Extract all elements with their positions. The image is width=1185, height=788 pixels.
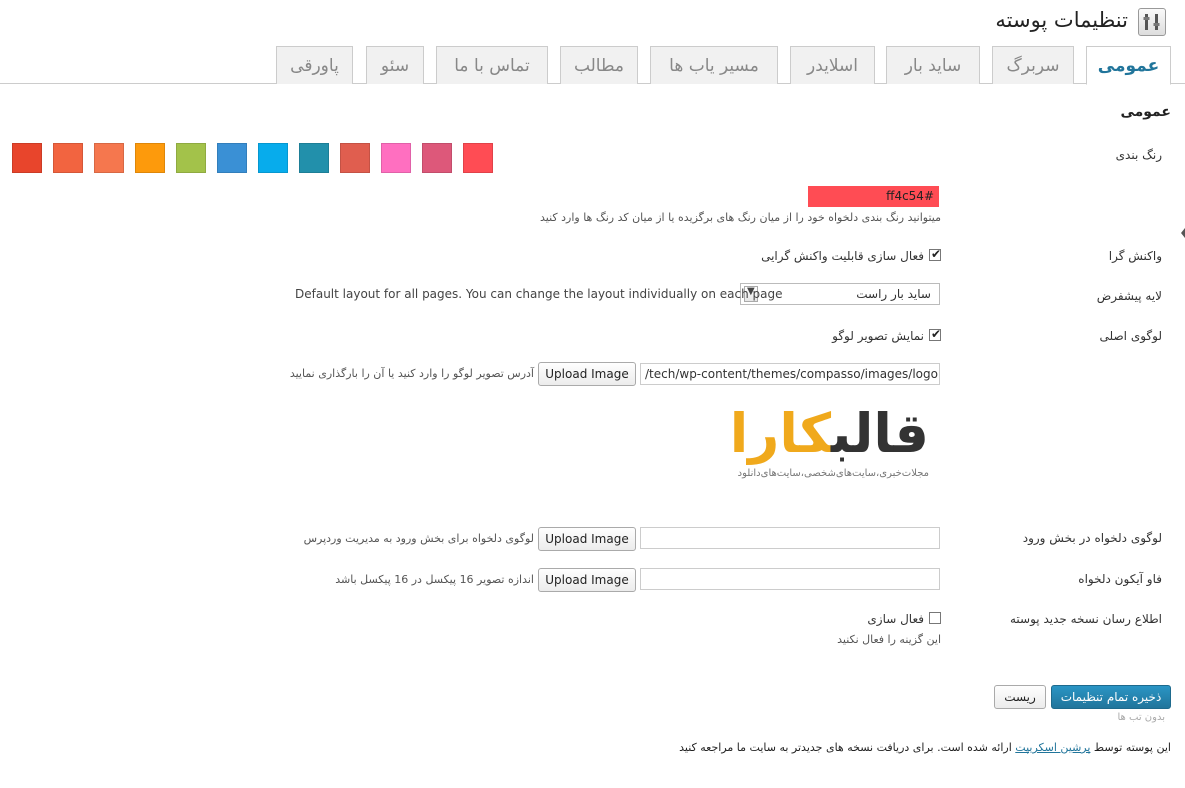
logo-url-input[interactable]: /tech/wp-content/themes/compasso/images/… (640, 363, 940, 385)
actions-hint: بدون تب ها (1117, 712, 1166, 723)
footer-suffix: ارائه شده است. برای دریافت نسخه های جدید… (679, 741, 1012, 754)
color-swatch[interactable] (176, 143, 206, 173)
color-swatch[interactable] (340, 143, 370, 173)
login-logo-description: لوگوی دلخواه برای بخش ورود به مدیریت ورد… (303, 532, 534, 545)
tab-general[interactable]: عمومی (1086, 46, 1171, 85)
tab-seo[interactable]: سئو (366, 46, 424, 84)
color-swatch[interactable] (217, 143, 247, 173)
color-swatch[interactable] (463, 143, 493, 173)
color-swatch[interactable] (94, 143, 124, 173)
color-swatch[interactable] (381, 143, 411, 173)
layout-select-value: ساید بار راست (856, 287, 931, 301)
favicon-description: اندازه تصویر 16 پیکسل در 16 پیکسل باشد (335, 573, 534, 586)
logo-url-description: آدرس تصویر لوگو را وارد کنید یا آن را با… (289, 367, 534, 380)
favicon-label: فاو آیکون دلخواه (1078, 572, 1162, 586)
responsive-label: واکنش گرا (1108, 249, 1162, 263)
logo-word-1: قالب (831, 402, 930, 465)
update-notice-checkbox-label: فعال سازی (867, 612, 924, 626)
update-notice-checkbox[interactable] (929, 612, 941, 624)
update-notice-description: این گزینه را فعال نکنید (837, 633, 941, 646)
color-swatch[interactable] (422, 143, 452, 173)
color-swatch[interactable] (299, 143, 329, 173)
show-logo-checkbox[interactable]: ✔ (929, 327, 942, 341)
color-label: رنگ بندی (1115, 148, 1162, 162)
responsive-checkbox[interactable]: ✔ (929, 247, 942, 261)
checkmark-icon: ✔ (931, 327, 942, 341)
checkmark-icon: ✔ (931, 247, 942, 261)
page-title: تنظیمات پوسته (995, 8, 1128, 32)
section-title: عمومی (1120, 104, 1171, 120)
settings-tools-icon (1138, 8, 1166, 36)
reset-button[interactable]: ریست (994, 685, 1046, 709)
login-logo-input[interactable] (640, 527, 940, 549)
layout-label: لایه پیشفرض (1096, 289, 1162, 303)
upload-logo-button[interactable]: Upload Image (538, 362, 636, 386)
color-code-input[interactable]: ff4c54# (808, 186, 939, 207)
tab-footer[interactable]: پاورقی (276, 46, 353, 84)
login-logo-label: لوگوی دلخواه در بخش ورود (1022, 531, 1162, 545)
tab-contact[interactable]: تماس با ما (436, 46, 548, 84)
save-all-button[interactable]: ذخیره تمام تنظیمات (1051, 685, 1171, 709)
color-swatch[interactable] (53, 143, 83, 173)
tab-header[interactable]: سربرگ (992, 46, 1074, 84)
color-swatch[interactable] (12, 143, 42, 173)
responsive-checkbox-label: فعال سازی قابلیت واکنش گرایی (761, 249, 924, 263)
logo-tagline: مجلات‌خبری،سایت‌های‌شخصی،سایت‌های‌دانلود (737, 468, 929, 479)
upload-login-logo-button[interactable]: Upload Image (538, 527, 636, 551)
footer-link[interactable]: پرشین اسکریپت (1015, 741, 1090, 754)
footer-credit: این پوسته توسط پرشین اسکریپت ارائه شده ا… (679, 741, 1171, 754)
tab-posts[interactable]: مطالب (560, 46, 638, 84)
logo-preview-image: قالبکارا مجلات‌خبری،سایت‌های‌شخصی،سایت‌ه… (723, 402, 933, 484)
layout-description: Default layout for all pages. You can ch… (295, 287, 783, 301)
show-logo-checkbox-label: نمایش تصویر لوگو (832, 329, 924, 343)
logo-wordmark: قالبکارا (729, 402, 930, 465)
color-swatch[interactable] (135, 143, 165, 173)
color-swatch[interactable] (258, 143, 288, 173)
panel-toggle-icon[interactable] (1181, 228, 1185, 238)
update-notice-label: اطلاع رسان نسخه جدید پوسته (1009, 612, 1162, 626)
upload-favicon-button[interactable]: Upload Image (538, 568, 636, 592)
logo-word-2: کارا (729, 402, 832, 465)
favicon-input[interactable] (640, 568, 940, 590)
tab-sidebar[interactable]: ساید بار (886, 46, 980, 84)
tab-routes[interactable]: مسیر یاب ها (650, 46, 778, 84)
main-logo-label: لوگوی اصلی (1099, 329, 1162, 343)
tab-slider[interactable]: اسلایدر (790, 46, 875, 84)
footer-prefix: این پوسته توسط (1093, 741, 1171, 754)
color-description: میتوانید رنگ بندی دلخواه خود را از میان … (539, 211, 941, 224)
